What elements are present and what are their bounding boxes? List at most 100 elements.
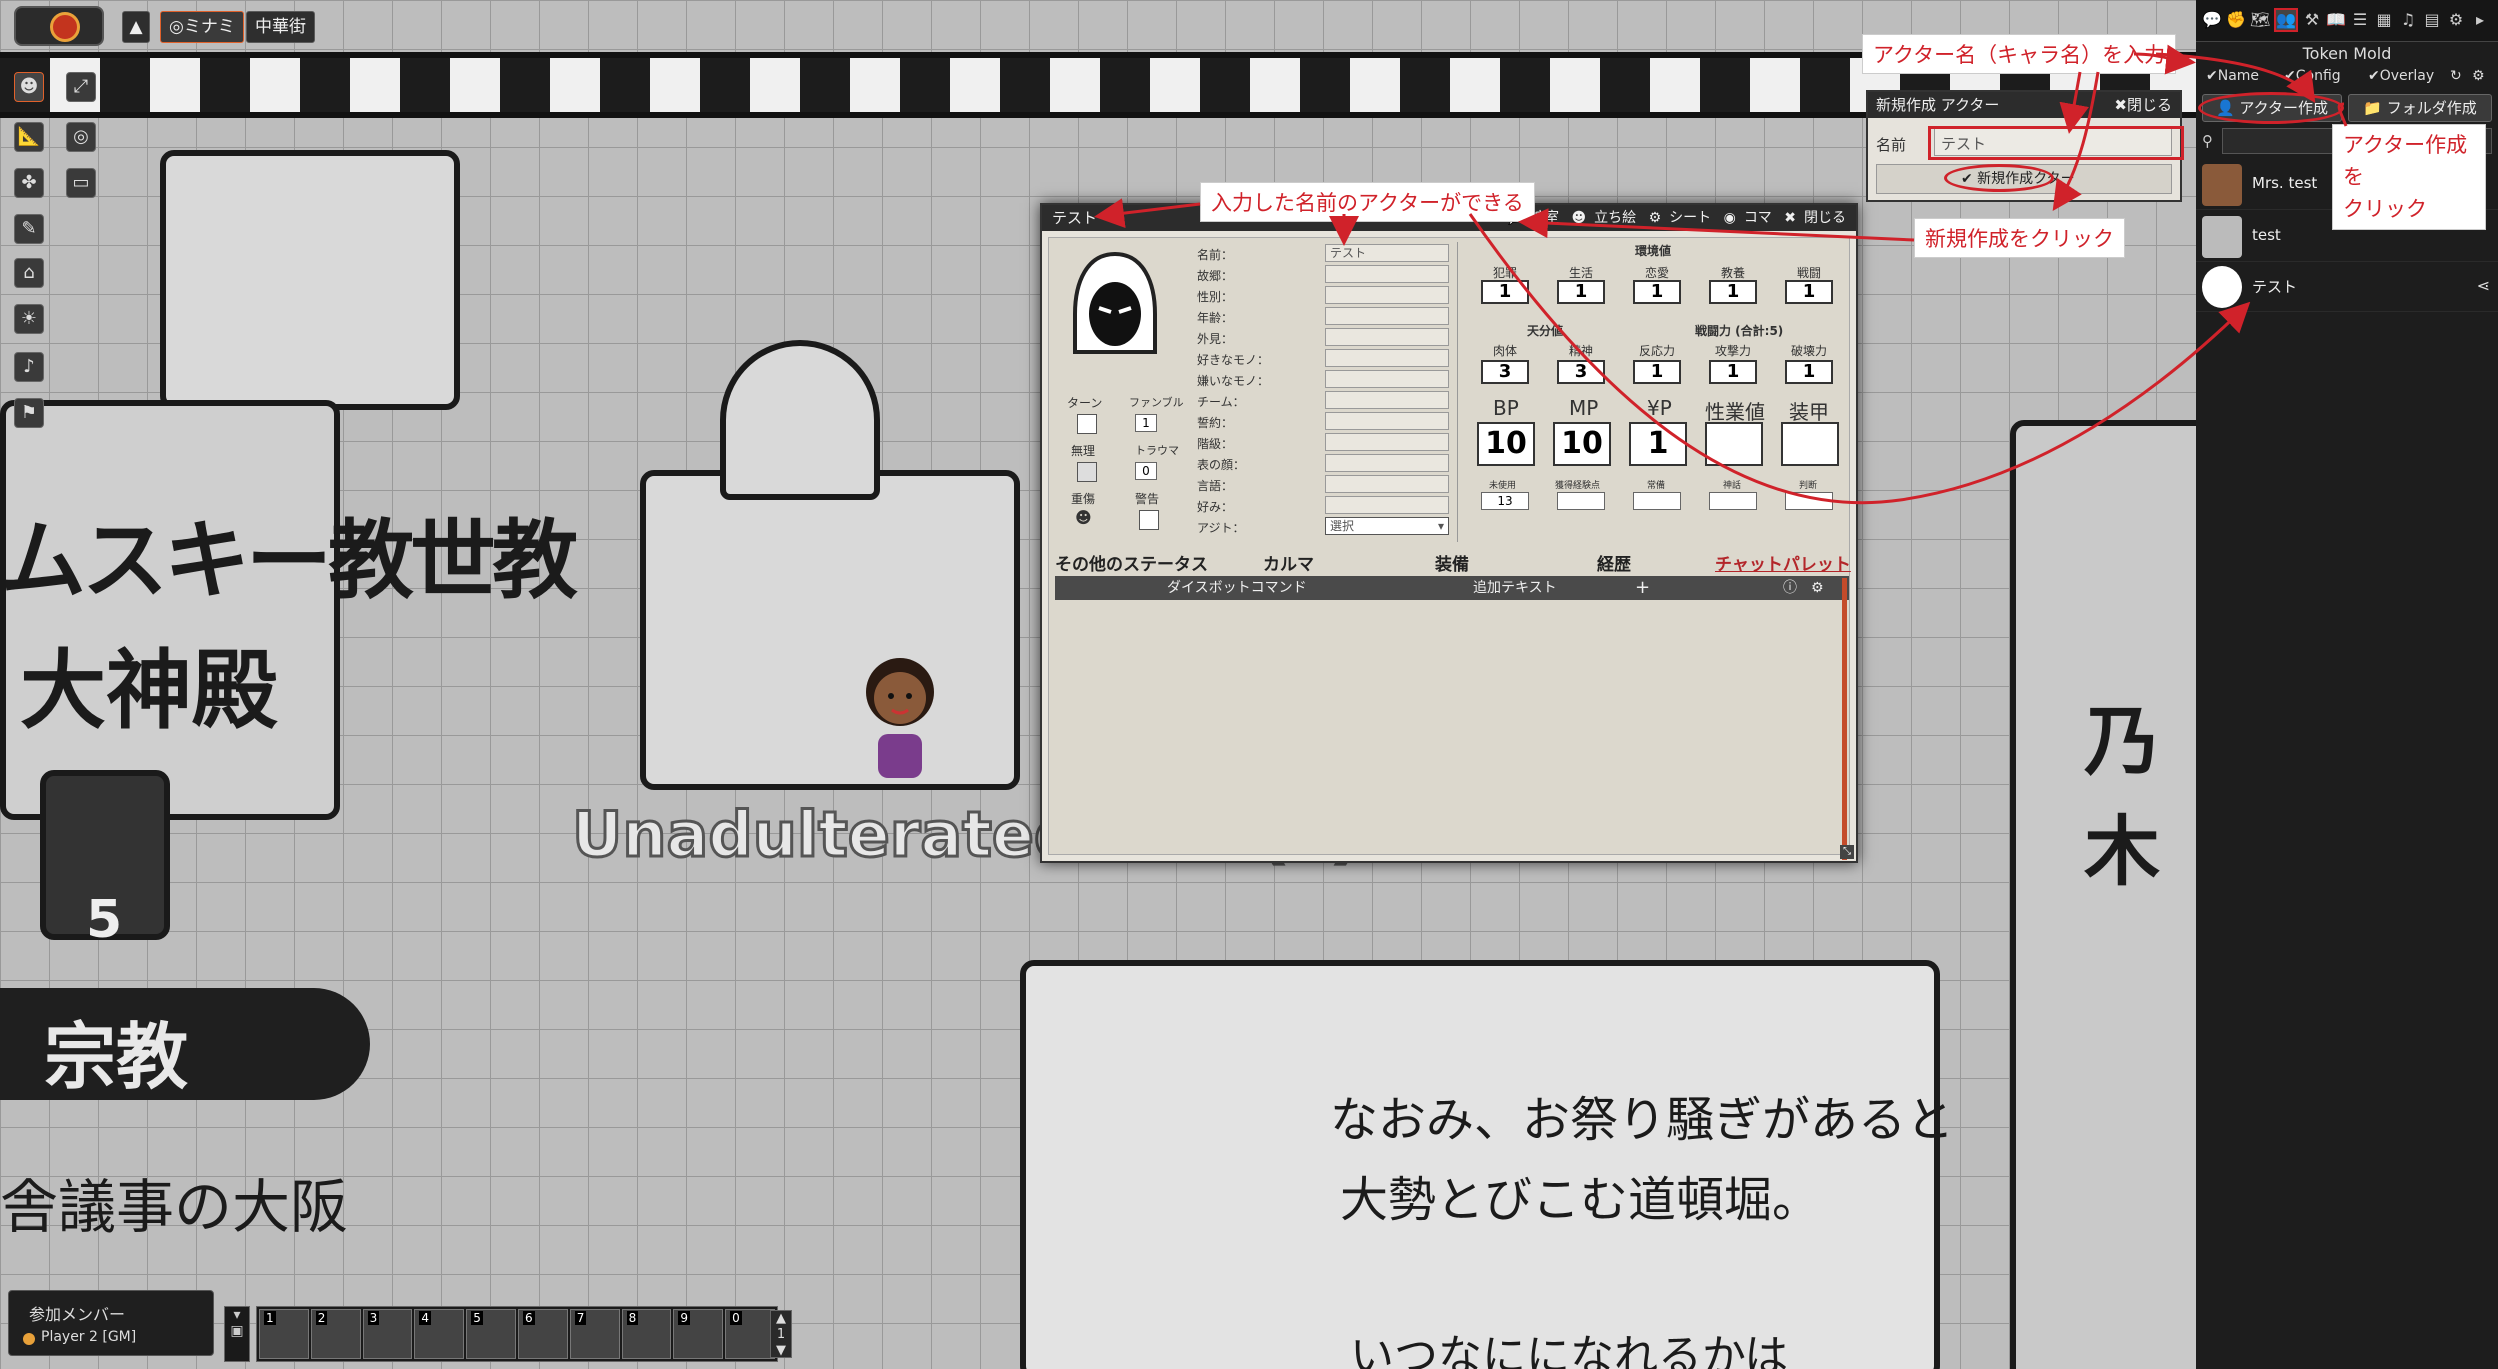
- myth-value[interactable]: [1709, 492, 1757, 510]
- hotbar-slot[interactable]: 0: [725, 1309, 775, 1359]
- target-tool-icon[interactable]: ◎: [66, 122, 96, 152]
- stat-value[interactable]: 1: [1709, 360, 1757, 384]
- token-tool-icon[interactable]: ☻: [14, 72, 44, 102]
- sheet-close-button[interactable]: ✖ 閉じる: [1784, 210, 1846, 226]
- actors-tab-icon[interactable]: 👥: [2274, 8, 2298, 32]
- tab-history[interactable]: 経歴: [1597, 550, 1631, 575]
- armor-value[interactable]: [1781, 422, 1839, 466]
- dislikes-field[interactable]: [1325, 370, 1449, 388]
- scene-tab-minami[interactable]: ◎ミナミ: [160, 11, 244, 43]
- env-value[interactable]: 1: [1633, 280, 1681, 304]
- stat-value[interactable]: 3: [1481, 360, 1529, 384]
- hotbar-slot[interactable]: 3: [362, 1309, 413, 1359]
- info-icon[interactable]: ⓘ: [1783, 576, 1797, 600]
- tables-tab-icon[interactable]: ☰: [2350, 10, 2370, 30]
- chat-tab-icon[interactable]: 💬: [2202, 10, 2222, 30]
- hometown-field[interactable]: [1325, 265, 1449, 283]
- actor-list-item[interactable]: テスト ⋖: [2196, 262, 2498, 312]
- settings-tab-icon[interactable]: ⚙: [2446, 10, 2466, 30]
- hotbar-slot[interactable]: 9: [673, 1309, 724, 1359]
- hotbar-slot[interactable]: 8: [621, 1309, 672, 1359]
- team-field[interactable]: [1325, 391, 1449, 409]
- create-folder-button[interactable]: 📁 フォルダ作成: [2348, 94, 2492, 122]
- age-field[interactable]: [1325, 307, 1449, 325]
- env-value[interactable]: 1: [1709, 280, 1757, 304]
- draw-tool-icon[interactable]: ✎: [14, 214, 44, 244]
- app-logo[interactable]: [14, 6, 104, 46]
- share-icon[interactable]: ⋖: [2477, 276, 2490, 295]
- public-face-field[interactable]: [1325, 454, 1449, 472]
- items-tab-icon[interactable]: ⚒: [2302, 10, 2322, 30]
- notes-tool-icon[interactable]: ⚑: [14, 398, 44, 428]
- hotbar-slot[interactable]: 1: [259, 1309, 309, 1359]
- yen-value[interactable]: 1: [1629, 422, 1687, 466]
- walls-tool-icon[interactable]: ⌂: [14, 258, 44, 288]
- oath-field[interactable]: [1325, 412, 1449, 430]
- ajito-select[interactable]: 選択 ▾: [1325, 517, 1449, 535]
- tab-equipment[interactable]: 装備: [1435, 550, 1469, 575]
- keikoku-checkbox[interactable]: [1139, 510, 1159, 530]
- playlists-tab-icon[interactable]: ♫: [2398, 10, 2418, 30]
- mp-value[interactable]: 10: [1553, 422, 1611, 466]
- select-tool-icon[interactable]: ⤢: [66, 72, 96, 102]
- tiles-tool-icon[interactable]: ✤: [14, 168, 44, 198]
- stock-value[interactable]: [1633, 492, 1681, 510]
- sheet-scrollbar[interactable]: [1842, 578, 1847, 860]
- actor-portrait[interactable]: [1065, 248, 1165, 380]
- token-character[interactable]: [850, 648, 950, 786]
- resize-handle-icon[interactable]: ⤡: [1840, 845, 1854, 859]
- dialog-close-button[interactable]: ✖閉じる: [2114, 92, 2172, 118]
- stat-value[interactable]: 1: [1633, 360, 1681, 384]
- journal-tab-icon[interactable]: 📖: [2326, 10, 2346, 30]
- refresh-icon[interactable]: ↻: [2450, 68, 2462, 84]
- gained-exp-value[interactable]: [1557, 492, 1605, 510]
- env-value[interactable]: 1: [1785, 280, 1833, 304]
- sheet-ctrl-portrait[interactable]: ☻ 立ち絵: [1572, 210, 1637, 226]
- hotbar-menu-button[interactable]: ▾ ▣: [224, 1306, 250, 1362]
- cards-tab-icon[interactable]: ▦: [2374, 10, 2394, 30]
- combat-tab-icon[interactable]: ✊: [2226, 10, 2246, 30]
- ruler-tool-icon[interactable]: ▭: [66, 168, 96, 198]
- collapse-sidebar-icon[interactable]: ▸: [2470, 10, 2490, 30]
- hotbar-slot[interactable]: 6: [517, 1309, 568, 1359]
- measure-tool-icon[interactable]: 📐: [14, 122, 44, 152]
- gears-icon[interactable]: ⚙: [1811, 576, 1824, 600]
- players-panel[interactable]: 参加メンバー Player 2 [GM]: [8, 1290, 214, 1356]
- scene-tab-chinatown[interactable]: 中華街: [246, 11, 315, 43]
- tm-name-toggle[interactable]: ✔Name: [2206, 68, 2259, 84]
- hotbar-slot[interactable]: 4: [414, 1309, 465, 1359]
- appearance-field[interactable]: [1325, 328, 1449, 346]
- collapse-nav-button[interactable]: ▲: [122, 11, 150, 43]
- dialog-header[interactable]: 新規作成 アクター ✖閉じる: [1868, 92, 2180, 118]
- light-tool-icon[interactable]: ☀: [14, 304, 44, 334]
- unused-exp-value[interactable]: 13: [1481, 492, 1529, 510]
- tm-overlay-toggle[interactable]: ✔Overlay: [2368, 68, 2434, 84]
- tab-chat-palette[interactable]: チャットパレット: [1715, 550, 1851, 575]
- sheet-ctrl-sheet[interactable]: ⚙ シート: [1649, 210, 1712, 226]
- muri-checkbox[interactable]: [1077, 462, 1097, 482]
- hotbar-slot[interactable]: 7: [569, 1309, 620, 1359]
- hotbar-slot[interactable]: 5: [466, 1309, 516, 1359]
- stat-value[interactable]: 3: [1557, 360, 1605, 384]
- karma-value[interactable]: [1705, 422, 1763, 466]
- preference-field[interactable]: [1325, 496, 1449, 514]
- add-row-button[interactable]: +: [1635, 576, 1650, 600]
- sound-tool-icon[interactable]: ♪: [14, 352, 44, 382]
- gear-icon[interactable]: ⚙: [2472, 68, 2485, 84]
- gender-field[interactable]: [1325, 286, 1449, 304]
- rank-field[interactable]: [1325, 433, 1449, 451]
- sheet-ctrl-token[interactable]: ◉ コマ: [1724, 210, 1772, 226]
- scenes-tab-icon[interactable]: 🗺: [2250, 10, 2270, 30]
- bp-value[interactable]: 10: [1477, 422, 1535, 466]
- tab-other-status[interactable]: その他のステータス: [1055, 550, 1208, 575]
- turn-checkbox[interactable]: [1077, 414, 1097, 434]
- fumble-value[interactable]: 1: [1135, 414, 1157, 432]
- stat-value[interactable]: 1: [1785, 360, 1833, 384]
- name-field[interactable]: テスト: [1325, 244, 1449, 262]
- tm-config-toggle[interactable]: ✔Config: [2284, 68, 2341, 84]
- trauma-value[interactable]: 0: [1135, 462, 1157, 480]
- likes-field[interactable]: [1325, 349, 1449, 367]
- hotbar-slot[interactable]: 2: [310, 1309, 361, 1359]
- judgement-value[interactable]: [1785, 492, 1833, 510]
- env-value[interactable]: 1: [1557, 280, 1605, 304]
